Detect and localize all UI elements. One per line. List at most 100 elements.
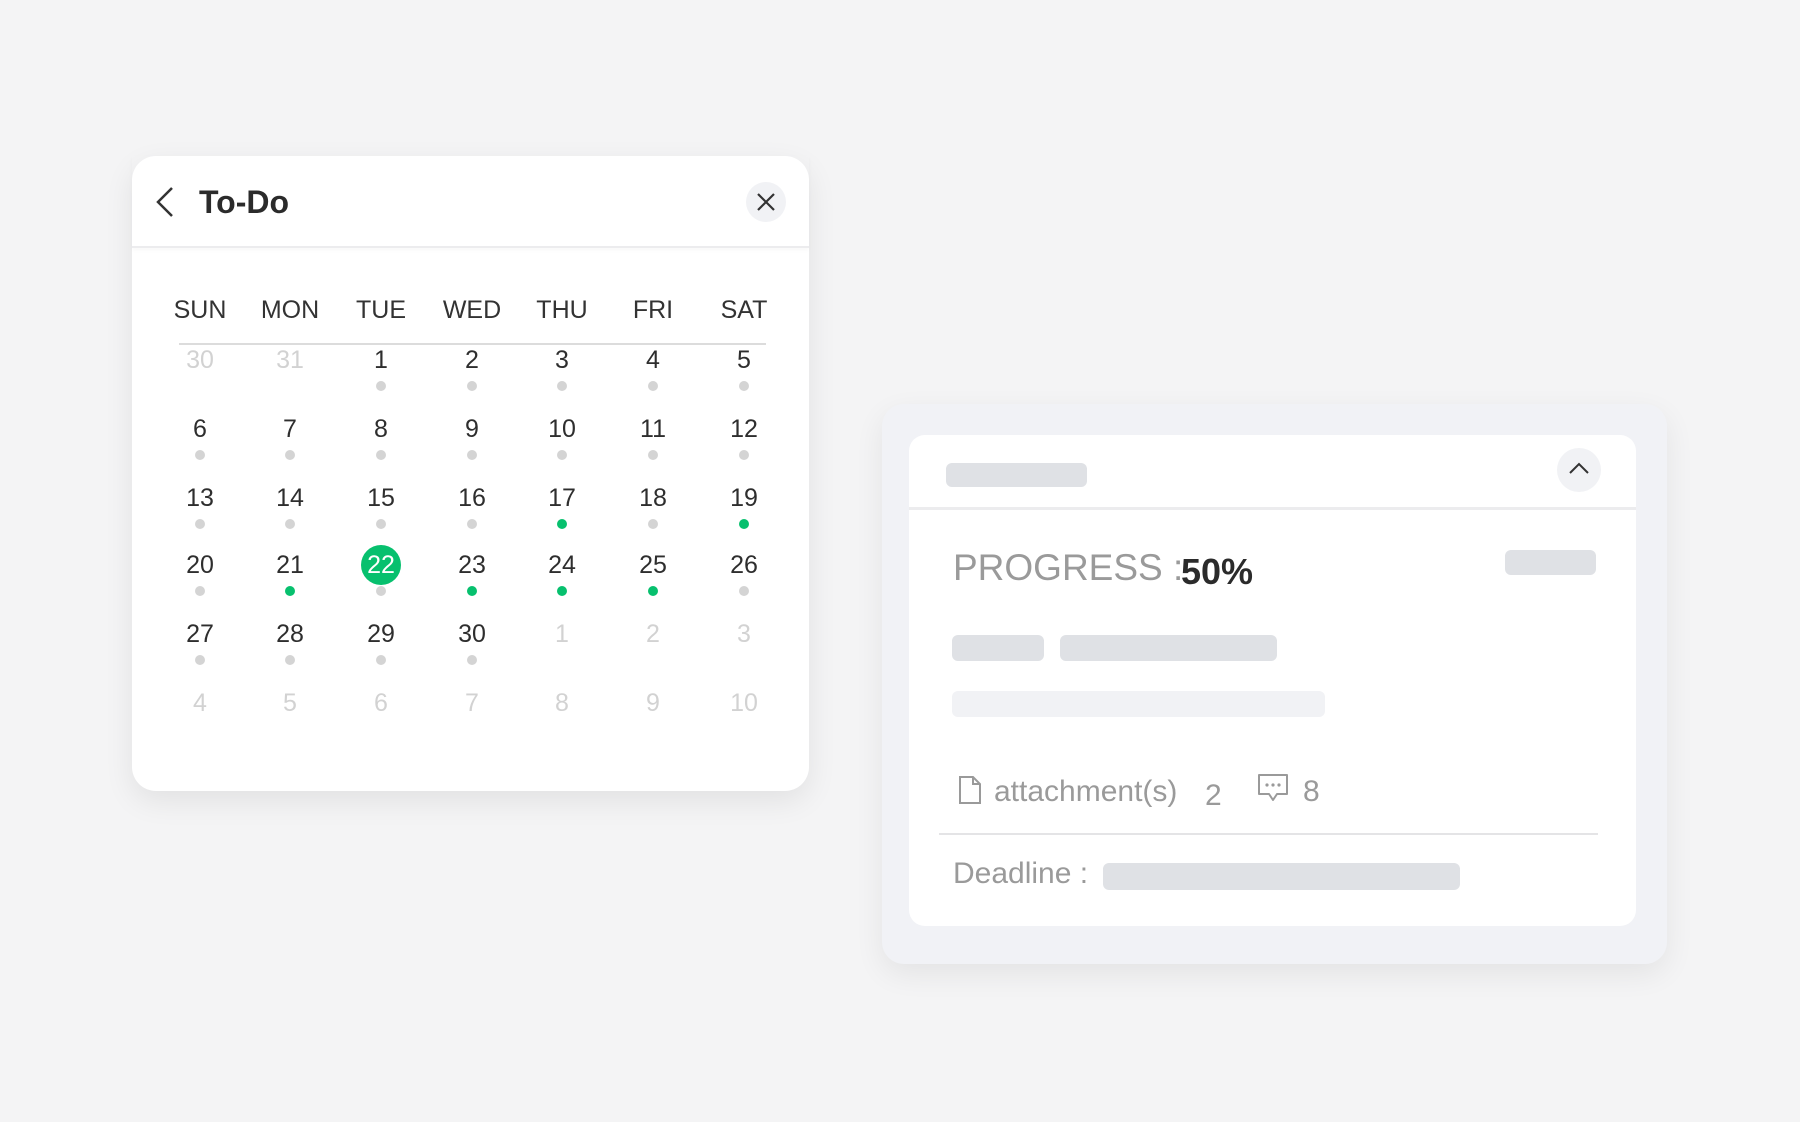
day-cell[interactable]: 12	[704, 409, 784, 469]
todo-indicator-dot	[648, 381, 658, 391]
weekday-tue: TUE	[356, 296, 406, 324]
comments-count: 8	[1303, 775, 1320, 808]
day-number: 26	[730, 551, 758, 579]
day-cell[interactable]: 18	[613, 478, 693, 538]
todo-indicator-dot	[648, 586, 658, 596]
status-placeholder	[1505, 550, 1596, 575]
day-cell[interactable]: 13	[160, 478, 240, 538]
day-number: 9	[465, 415, 479, 443]
header-divider	[909, 507, 1636, 510]
day-cell[interactable]: 2	[613, 614, 693, 674]
day-cell[interactable]: 20	[160, 545, 240, 605]
tag-placeholder	[952, 635, 1044, 661]
day-cell[interactable]: 5	[704, 340, 784, 400]
day-cell[interactable]: 3	[704, 614, 784, 674]
progress-label: PROGRESS :	[953, 547, 1184, 588]
day-number: 2	[465, 346, 479, 374]
day-cell[interactable]: 14	[250, 478, 330, 538]
day-cell[interactable]: 21	[250, 545, 330, 605]
attachments-count: 2	[1205, 779, 1222, 812]
todo-indicator-dot	[376, 450, 386, 460]
todo-indicator-dot	[285, 655, 295, 665]
day-cell[interactable]: 19	[704, 478, 784, 538]
chevron-up-icon	[1569, 462, 1589, 474]
todo-indicator-dot	[195, 586, 205, 596]
day-cell[interactable]: 3	[522, 340, 602, 400]
day-cell[interactable]: 23	[432, 545, 512, 605]
day-cell[interactable]: 6	[160, 409, 240, 469]
day-number: 3	[737, 620, 751, 648]
comment-icon[interactable]	[1256, 773, 1290, 803]
day-number: 27	[186, 620, 214, 648]
day-number: 4	[646, 346, 660, 374]
todo-indicator-dot	[285, 519, 295, 529]
day-number: 31	[276, 346, 304, 374]
day-cell[interactable]: 2	[432, 340, 512, 400]
day-cell[interactable]: 30	[432, 614, 512, 674]
day-cell[interactable]: 17	[522, 478, 602, 538]
day-number: 23	[458, 551, 486, 579]
day-cell[interactable]: 8	[522, 683, 602, 743]
collapse-button[interactable]	[1557, 448, 1601, 492]
calendar-header: To-Do	[132, 156, 809, 248]
day-number: 3	[555, 346, 569, 374]
day-cell[interactable]: 1	[341, 340, 421, 400]
title-placeholder	[946, 463, 1087, 487]
section-divider	[939, 833, 1598, 835]
day-cell[interactable]: 9	[432, 409, 512, 469]
task-card: PROGRESS : 50% attachment(s) 2 8 Deadlin…	[909, 435, 1636, 926]
day-cell[interactable]: 4	[160, 683, 240, 743]
day-cell[interactable]: 6	[341, 683, 421, 743]
todo-indicator-dot	[195, 450, 205, 460]
day-cell[interactable]: 30	[160, 340, 240, 400]
day-number: 6	[374, 689, 388, 717]
day-number: 30	[458, 620, 486, 648]
day-cell[interactable]: 26	[704, 545, 784, 605]
day-cell[interactable]: 5	[250, 683, 330, 743]
day-number: 19	[730, 484, 758, 512]
description-placeholder	[952, 691, 1325, 717]
day-cell[interactable]: 31	[250, 340, 330, 400]
todo-indicator-dot	[467, 655, 477, 665]
day-number: 1	[555, 620, 569, 648]
attachments-label: attachment(s)	[994, 775, 1178, 808]
day-number: 5	[737, 346, 751, 374]
day-cell-selected[interactable]: 22	[341, 545, 421, 605]
deadline-label: Deadline :	[953, 857, 1089, 890]
day-cell[interactable]: 15	[341, 478, 421, 538]
day-cell[interactable]: 28	[250, 614, 330, 674]
todo-indicator-dot	[648, 519, 658, 529]
back-chevron-icon[interactable]	[152, 184, 182, 220]
todo-indicator-dot	[557, 450, 567, 460]
day-cell[interactable]: 27	[160, 614, 240, 674]
day-cell[interactable]: 24	[522, 545, 602, 605]
day-cell[interactable]: 4	[613, 340, 693, 400]
day-cell[interactable]: 16	[432, 478, 512, 538]
day-number: 20	[186, 551, 214, 579]
day-cell[interactable]: 9	[613, 683, 693, 743]
day-cell[interactable]: 29	[341, 614, 421, 674]
day-number: 12	[730, 415, 758, 443]
day-number: 16	[458, 484, 486, 512]
weekday-fri: FRI	[632, 296, 674, 324]
day-number: 10	[548, 415, 576, 443]
day-cell[interactable]: 1	[522, 614, 602, 674]
day-cell[interactable]: 7	[432, 683, 512, 743]
day-number: 8	[555, 689, 569, 717]
day-number: 8	[374, 415, 388, 443]
day-cell[interactable]: 8	[341, 409, 421, 469]
day-number: 17	[548, 484, 576, 512]
page-title: To-Do	[199, 184, 290, 220]
todo-calendar-card: To-Do SUN MON TUE WED THU FRI SAT 30 31 1 2 3 4 5 6 7 8…	[132, 156, 809, 791]
day-number: 7	[465, 689, 479, 717]
day-number: 6	[193, 415, 207, 443]
close-button[interactable]	[746, 182, 786, 222]
day-cell[interactable]: 10	[522, 409, 602, 469]
day-number: 1	[374, 346, 388, 374]
day-cell[interactable]: 10	[704, 683, 784, 743]
day-cell[interactable]: 11	[613, 409, 693, 469]
day-cell[interactable]: 7	[250, 409, 330, 469]
todo-indicator-dot	[285, 450, 295, 460]
day-number: 13	[186, 484, 214, 512]
day-cell[interactable]: 25	[613, 545, 693, 605]
